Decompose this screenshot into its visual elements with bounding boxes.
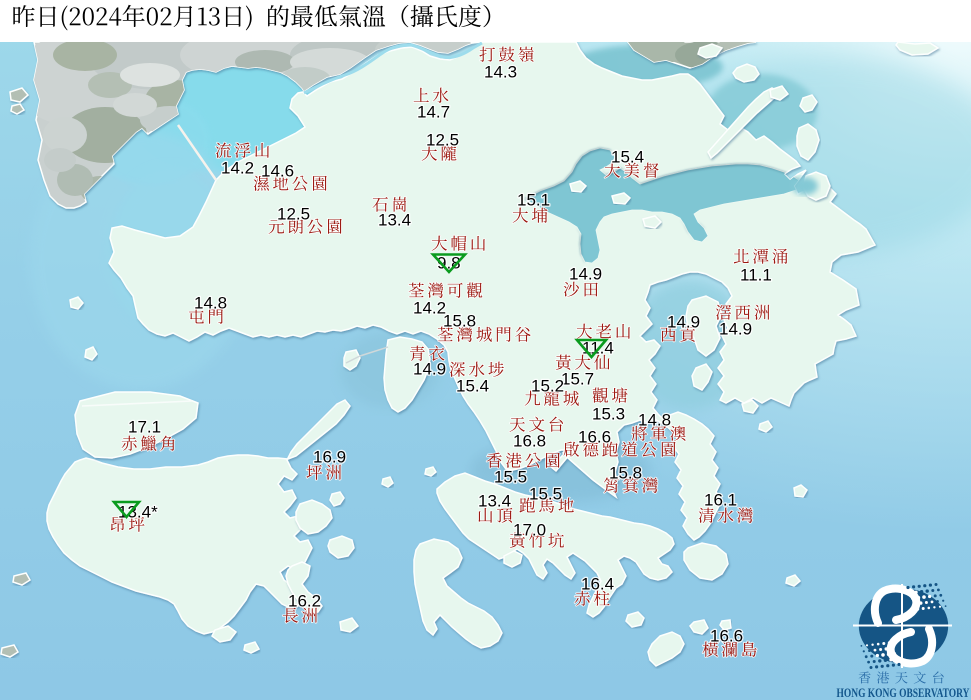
svg-text:13.4: 13.4 — [378, 210, 411, 229]
svg-text:17.0: 17.0 — [513, 520, 546, 539]
svg-text:15.4: 15.4 — [456, 376, 489, 395]
svg-text:13.4*: 13.4* — [118, 502, 158, 521]
svg-text:15.2: 15.2 — [531, 376, 564, 395]
svg-text:14.2: 14.2 — [221, 158, 254, 177]
svg-text:17.1: 17.1 — [128, 417, 161, 436]
svg-text:14.8: 14.8 — [638, 410, 671, 429]
svg-text:15.8: 15.8 — [609, 463, 642, 482]
svg-text:12.5: 12.5 — [277, 204, 310, 223]
svg-text:14.9: 14.9 — [569, 264, 602, 283]
svg-text:12.5: 12.5 — [426, 130, 459, 149]
svg-text:14.9: 14.9 — [667, 312, 700, 331]
svg-text:16.2: 16.2 — [288, 591, 321, 610]
svg-text:HONG KONG OBSERVATORY: HONG KONG OBSERVATORY — [837, 686, 970, 700]
svg-text:16.1: 16.1 — [704, 490, 737, 509]
svg-text:15.8: 15.8 — [443, 311, 476, 330]
svg-text:15.4: 15.4 — [611, 147, 644, 166]
svg-text:13.4: 13.4 — [478, 491, 511, 510]
svg-text:14.9: 14.9 — [719, 319, 752, 338]
svg-text:15.5: 15.5 — [529, 484, 562, 503]
svg-text:15.7: 15.7 — [561, 369, 594, 388]
svg-text:16.9: 16.9 — [313, 447, 346, 466]
svg-text:16.4: 16.4 — [581, 574, 614, 593]
svg-text:14.7: 14.7 — [417, 102, 450, 121]
svg-text:14.9: 14.9 — [413, 359, 446, 378]
svg-text:14.3: 14.3 — [484, 62, 517, 81]
svg-text:16.6: 16.6 — [710, 626, 743, 645]
svg-text:15.5: 15.5 — [494, 467, 527, 486]
svg-text:15.3: 15.3 — [592, 404, 625, 423]
svg-text:14.8: 14.8 — [194, 293, 227, 312]
svg-text:16.6: 16.6 — [578, 427, 611, 446]
svg-text:15.1: 15.1 — [517, 190, 550, 209]
svg-text:11.1: 11.1 — [740, 265, 772, 284]
svg-text:16.8: 16.8 — [513, 431, 546, 450]
svg-text:14.2: 14.2 — [413, 298, 446, 317]
svg-text:14.6: 14.6 — [261, 161, 294, 180]
